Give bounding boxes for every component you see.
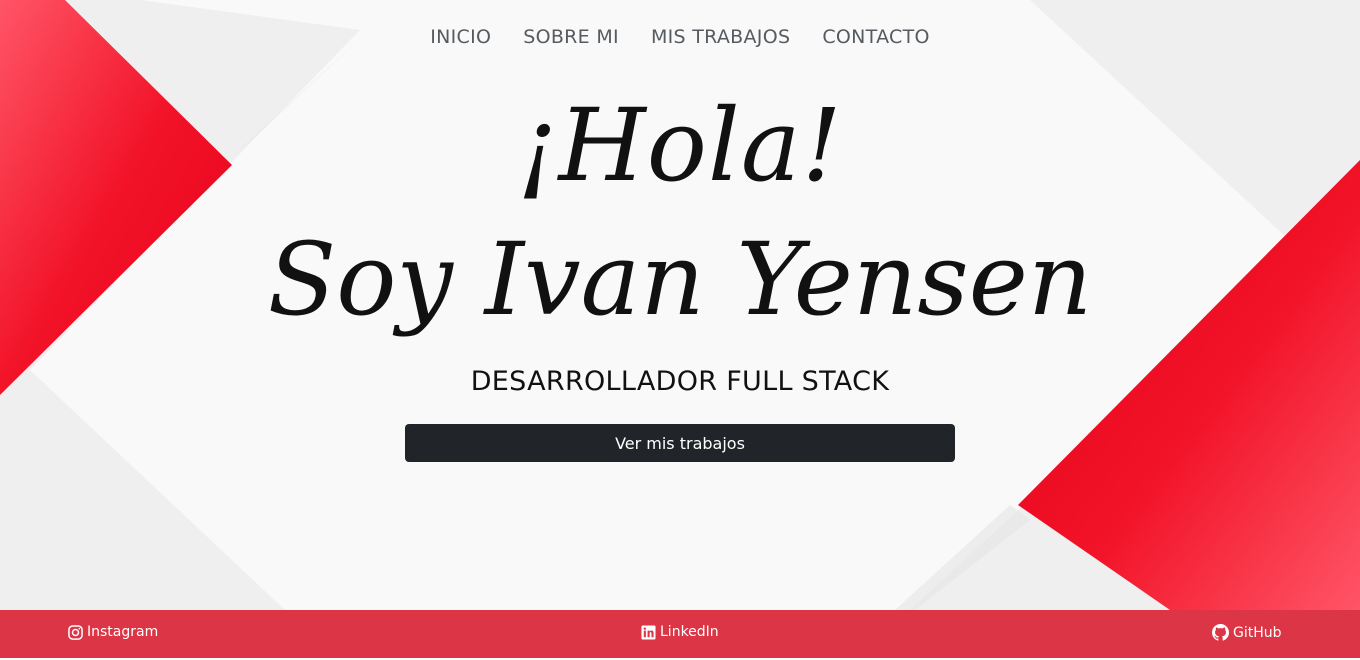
- nav-link-contacto[interactable]: CONTACTO: [822, 26, 929, 48]
- hero-heading: ¡Hola! Soy Ivan Yensen: [0, 96, 1360, 330]
- footer-link-label: GitHub: [1233, 624, 1282, 641]
- footer-link-github[interactable]: GitHub: [1212, 624, 1282, 641]
- main-nav: INICIO SOBRE MI MIS TRABAJOS CONTACTO: [0, 26, 1360, 48]
- view-works-button[interactable]: Ver mis trabajos: [405, 424, 955, 462]
- footer-link-label: LinkedIn: [660, 624, 719, 640]
- footer: Instagram LinkedIn GitHub: [0, 610, 1360, 658]
- nav-link-sobre-mi[interactable]: SOBRE MI: [523, 26, 619, 48]
- hero-greeting: ¡Hola!: [517, 87, 843, 204]
- page: INICIO SOBRE MI MIS TRABAJOS CONTACTO ¡H…: [0, 0, 1360, 660]
- instagram-icon: [68, 624, 83, 640]
- nav-link-inicio[interactable]: INICIO: [430, 26, 491, 48]
- footer-link-label: Instagram: [87, 624, 159, 640]
- footer-link-linkedin[interactable]: LinkedIn: [641, 624, 719, 640]
- hero-name: Soy Ivan Yensen: [267, 221, 1093, 338]
- nav-link-mis-trabajos[interactable]: MIS TRABAJOS: [651, 26, 790, 48]
- footer-link-instagram[interactable]: Instagram: [68, 624, 158, 640]
- linkedin-icon: [641, 624, 656, 640]
- hero-subtitle: DESARROLLADOR FULL STACK: [470, 366, 890, 397]
- github-icon: [1212, 624, 1229, 641]
